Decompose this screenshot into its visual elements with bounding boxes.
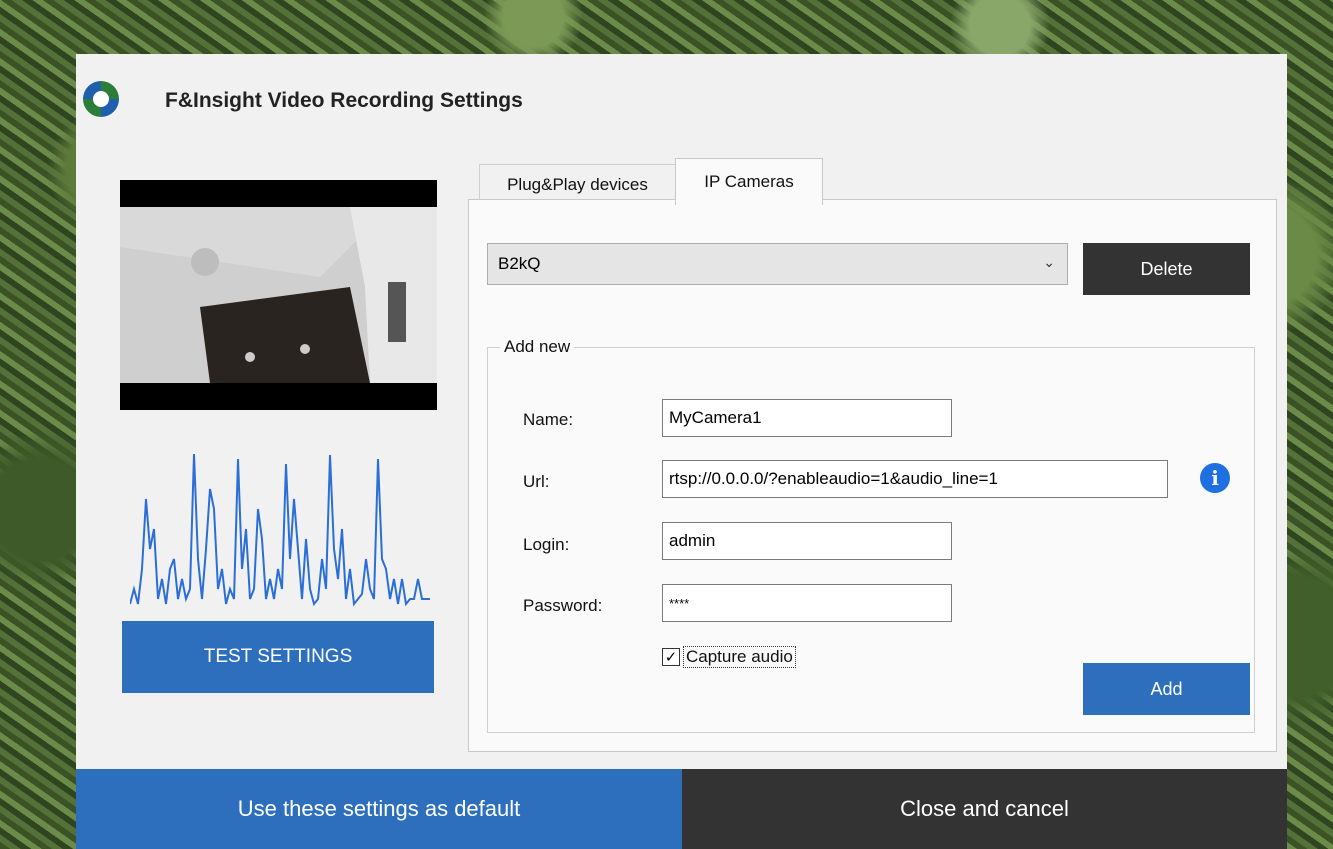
- login-label: Login:: [523, 535, 570, 554]
- audio-waveform: [130, 453, 430, 607]
- password-input[interactable]: ****: [662, 584, 952, 622]
- name-label: Name:: [523, 410, 574, 429]
- add-button[interactable]: Add: [1083, 663, 1250, 715]
- info-icon[interactable]: i: [1200, 463, 1230, 493]
- delete-button[interactable]: Delete: [1083, 243, 1250, 295]
- close-and-cancel-button[interactable]: Close and cancel: [682, 769, 1287, 849]
- chevron-down-icon: ⌄: [1043, 254, 1055, 270]
- capture-audio-label[interactable]: Capture audio: [683, 646, 796, 668]
- url-input[interactable]: rtsp://0.0.0.0/?enableaudio=1&audio_line…: [662, 460, 1168, 498]
- window-title: F&Insight Video Recording Settings: [165, 89, 523, 112]
- ip-cameras-panel: B2kQ ⌄ Delete Add new Name: MyCamera1 Ur…: [468, 199, 1277, 752]
- capture-audio-checkbox[interactable]: ✓: [662, 648, 680, 666]
- group-label: Add new: [500, 337, 575, 357]
- camera-preview: [120, 180, 437, 410]
- camera-select-value: B2kQ: [498, 254, 541, 273]
- url-label: Url:: [523, 472, 550, 491]
- tab-ip-cameras[interactable]: IP Cameras: [675, 158, 823, 205]
- use-as-default-button[interactable]: Use these settings as default: [76, 769, 682, 849]
- settings-dialog: F&Insight Video Recording Settings TEST …: [76, 54, 1287, 849]
- camera-select[interactable]: B2kQ ⌄: [487, 243, 1068, 285]
- password-label: Password:: [523, 596, 603, 615]
- name-input[interactable]: MyCamera1: [662, 399, 952, 437]
- login-input[interactable]: admin: [662, 522, 952, 560]
- check-icon: ✓: [664, 648, 678, 666]
- test-settings-button[interactable]: TEST SETTINGS: [122, 621, 434, 693]
- aperture-logo-icon: [83, 81, 119, 117]
